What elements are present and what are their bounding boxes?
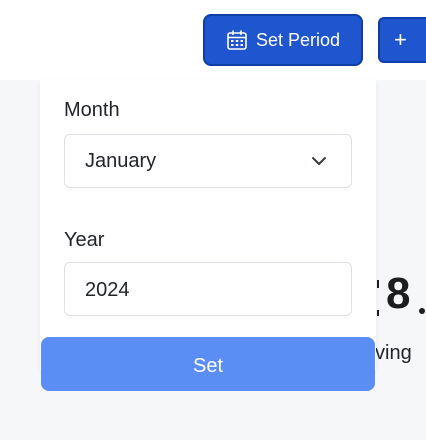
year-label: Year — [64, 229, 105, 251]
background-partial-word: ving — [375, 342, 412, 364]
month-select-value: January — [85, 149, 157, 172]
calendar-icon — [226, 29, 248, 51]
set-button[interactable]: Set — [41, 337, 375, 391]
background-dot — [419, 308, 425, 314]
year-input[interactable]: 2024 — [64, 262, 352, 316]
month-label: Month — [64, 99, 120, 121]
app-stage: 8 ving Set Period + Month January Year 2… — [0, 0, 426, 440]
chevron-down-icon — [311, 153, 327, 169]
set-period-button[interactable]: Set Period — [203, 14, 363, 66]
month-select[interactable]: January — [64, 134, 352, 188]
background-tick — [377, 280, 379, 288]
year-input-value: 2024 — [85, 279, 130, 301]
plus-icon: + — [394, 27, 407, 52]
set-period-panel — [40, 80, 376, 370]
add-button[interactable]: + — [378, 17, 426, 63]
background-tick — [377, 310, 379, 316]
set-period-label: Set Period — [255, 29, 341, 50]
background-partial-number: 8 — [386, 269, 411, 318]
set-button-label: Set — [192, 355, 224, 377]
